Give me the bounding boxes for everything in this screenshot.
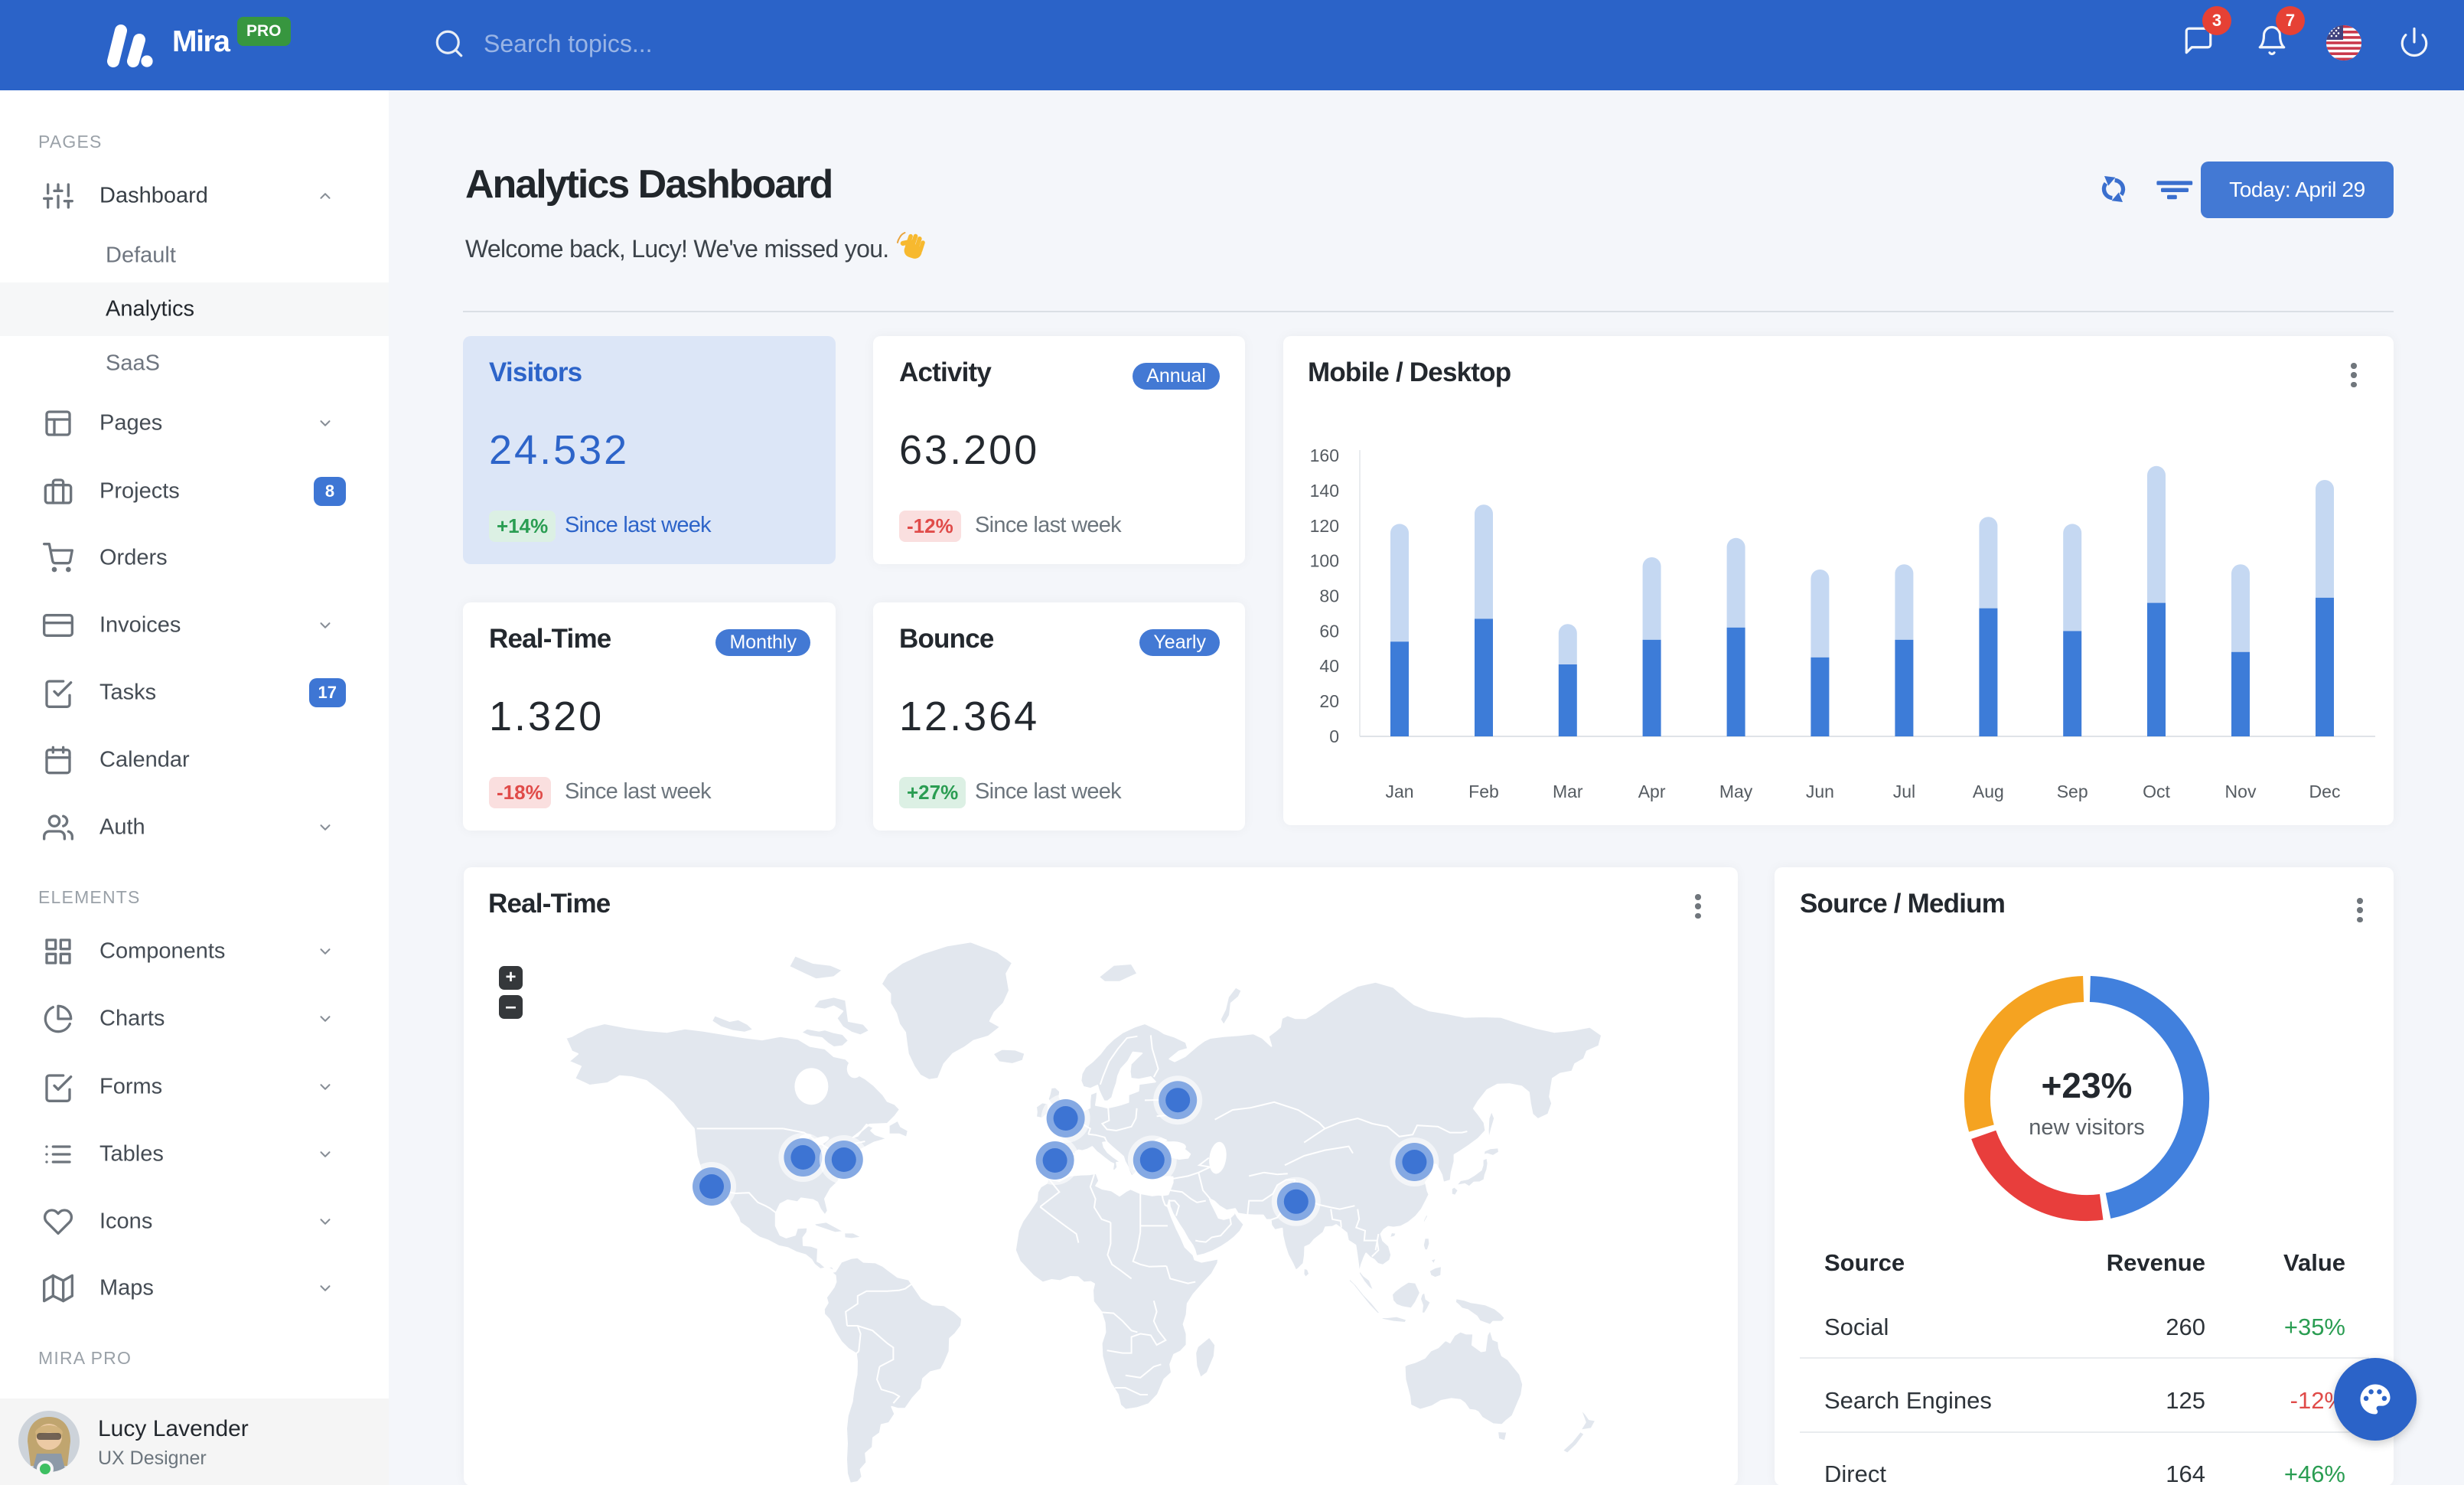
svg-text:Revenue: Revenue bbox=[2107, 1249, 2205, 1276]
svg-text:+35%: +35% bbox=[2284, 1314, 2345, 1340]
svg-text:164: 164 bbox=[2166, 1461, 2205, 1485]
svg-text:Search Engines: Search Engines bbox=[1824, 1387, 1992, 1414]
svg-text:Value: Value bbox=[2283, 1249, 2345, 1276]
svg-text:+46%: +46% bbox=[2284, 1461, 2345, 1485]
svg-text:Source: Source bbox=[1824, 1249, 1905, 1276]
svg-text:Direct: Direct bbox=[1824, 1461, 1886, 1485]
svg-text:new visitors: new visitors bbox=[2029, 1115, 2145, 1140]
svg-text:125: 125 bbox=[2166, 1387, 2205, 1414]
svg-text:+23%: +23% bbox=[2042, 1066, 2133, 1105]
svg-text:260: 260 bbox=[2166, 1314, 2205, 1340]
svg-text:Social: Social bbox=[1824, 1314, 1889, 1340]
